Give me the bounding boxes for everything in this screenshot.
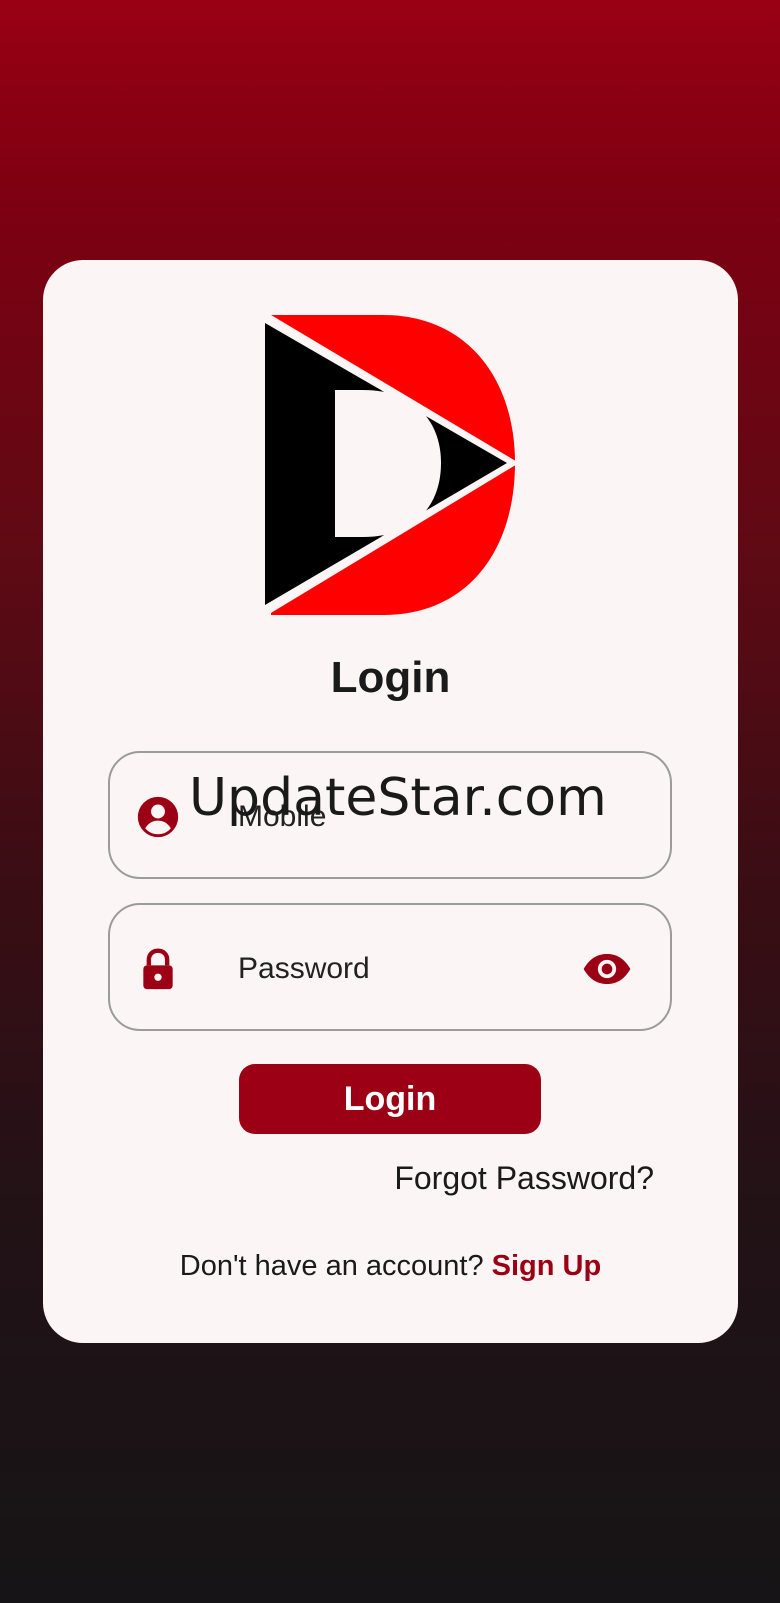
eye-icon[interactable] [582, 949, 632, 989]
lock-icon [143, 948, 173, 990]
user-circle-icon [137, 796, 179, 838]
password-input[interactable] [238, 935, 568, 1003]
mobile-input[interactable] [238, 783, 568, 851]
password-field[interactable] [108, 903, 672, 1031]
login-button[interactable]: Login [239, 1064, 541, 1134]
login-card: Login UpdateStar.com Login Forgot Passwo… [43, 260, 738, 1343]
mobile-field[interactable] [108, 751, 672, 879]
no-account-text: Don't have an account? [179, 1250, 484, 1282]
page-title: Login [330, 653, 451, 702]
forgot-password-link[interactable]: Forgot Password? [394, 1160, 654, 1197]
signup-link[interactable]: Sign Up [492, 1250, 602, 1282]
d-play-logo [263, 315, 519, 618]
signup-row: Don't have an account? Sign Up [43, 1250, 738, 1283]
